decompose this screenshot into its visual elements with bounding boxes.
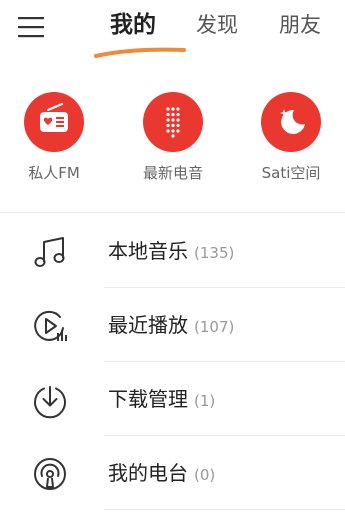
- list-item-text: 最近播放 (107): [108, 311, 234, 341]
- list-item-text: 我的电台 (0): [108, 459, 215, 489]
- list-item-count: (107): [194, 318, 235, 336]
- quick-entry-private-fm[interactable]: 私人FM: [4, 88, 104, 198]
- row-divider: [104, 509, 345, 510]
- download-icon: [34, 386, 66, 419]
- list-item-text: 下载管理 (1): [108, 385, 215, 415]
- list-item-recent-play[interactable]: 最近播放 (107): [0, 288, 345, 362]
- list-item-my-radio[interactable]: 我的电台 (0): [0, 436, 345, 510]
- quick-entry-label: 私人FM: [28, 164, 80, 182]
- quick-entries: 私人FM 最新电音 Sati空间: [0, 88, 345, 200]
- latest-edm-button[interactable]: [143, 92, 203, 152]
- active-tab-underline: [94, 47, 186, 58]
- sati-space-button[interactable]: [261, 92, 321, 152]
- speaker-dots-icon: [166, 107, 180, 138]
- tab-mine[interactable]: 我的: [110, 10, 156, 40]
- radio-icon: [40, 102, 68, 132]
- list-item-count: (1): [194, 392, 216, 410]
- podcast-icon: [34, 458, 66, 490]
- quick-entry-latest-edm[interactable]: 最新电音: [123, 88, 223, 198]
- quick-entry-label: Sati空间: [261, 164, 321, 182]
- list-item-count: (135): [194, 244, 235, 262]
- menu-icon: [18, 17, 44, 38]
- quick-entry-sati-space[interactable]: Sati空间: [241, 88, 341, 198]
- moon-star-icon: [280, 109, 305, 134]
- private-fm-button[interactable]: [24, 92, 84, 152]
- tab-discover[interactable]: 发现: [196, 10, 238, 40]
- list-item-text: 本地音乐 (135): [108, 237, 234, 267]
- list-item-title: 最近播放: [108, 313, 188, 337]
- menu-button[interactable]: [14, 12, 50, 42]
- section-divider: [0, 212, 345, 213]
- recent-play-icon: [34, 310, 67, 341]
- list-item-download-manager[interactable]: 下载管理 (1): [0, 362, 345, 436]
- tab-friends[interactable]: 朋友: [279, 10, 321, 40]
- music-note-icon: [34, 237, 65, 267]
- list-item-title: 本地音乐: [108, 239, 188, 263]
- top-bar: 我的 发现 朋友: [0, 0, 345, 64]
- list-item-local-music[interactable]: 本地音乐 (135): [0, 214, 345, 288]
- list-item-title: 下载管理: [108, 387, 188, 411]
- quick-entry-label: 最新电音: [142, 164, 203, 182]
- list-item-title: 我的电台: [108, 461, 188, 485]
- list-item-count: (0): [194, 466, 216, 484]
